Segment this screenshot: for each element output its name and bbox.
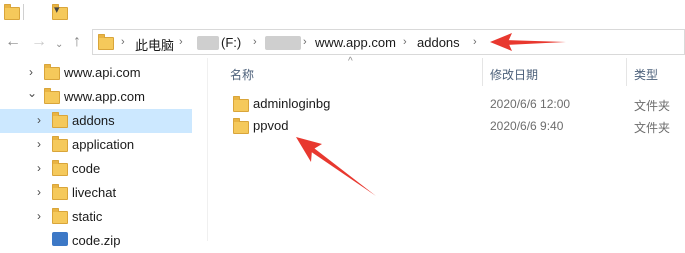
folder-icon — [233, 118, 249, 134]
nav-item-www-api-com[interactable]: › www.api.com — [0, 61, 200, 85]
nav-item-label: code — [72, 161, 101, 176]
breadcrumb-separator[interactable]: › — [253, 36, 257, 48]
recent-locations-chevron-icon[interactable]: ⌄ — [55, 37, 63, 53]
nav-item-livechat[interactable]: › livechat — [0, 181, 200, 205]
pane-splitter[interactable] — [207, 58, 208, 241]
collapse-chevron-icon[interactable]: ⌄ — [27, 86, 37, 100]
column-divider[interactable] — [626, 58, 627, 86]
back-button[interactable]: ← — [5, 34, 21, 50]
location-folder-icon — [98, 34, 114, 50]
redacted-folder-name — [265, 36, 301, 50]
file-name: adminloginbg — [253, 96, 331, 111]
breadcrumb-separator[interactable]: › — [403, 36, 407, 48]
folder-icon — [4, 4, 20, 20]
expand-chevron-icon[interactable]: › — [37, 209, 41, 223]
nav-item-label: static — [72, 209, 103, 224]
expand-chevron-icon[interactable]: › — [37, 185, 41, 199]
folder-icon — [52, 136, 68, 152]
up-button[interactable]: ↑ — [73, 34, 81, 50]
folder-icon — [52, 208, 68, 224]
folder-icon — [233, 96, 249, 112]
breadcrumb-separator[interactable]: › — [179, 36, 183, 48]
file-name: ppvod — [253, 118, 289, 133]
navigation-pane: › www.api.com ⌄ www.app.com › addons › a… — [0, 58, 200, 248]
nav-item-addons[interactable]: › addons — [0, 109, 192, 133]
column-header-type[interactable]: 类型 — [634, 66, 658, 83]
quick-access-dropdown-icon[interactable]: ▾ — [54, 3, 60, 16]
column-header-modified[interactable]: 修改日期 — [490, 66, 538, 83]
folder-icon — [52, 160, 68, 176]
forward-button[interactable]: → — [31, 34, 47, 50]
sort-ascending-icon: ^ — [348, 56, 353, 67]
file-type: 文件夹 — [634, 121, 671, 135]
zip-archive-icon — [52, 232, 68, 246]
column-header-name[interactable]: 名称 — [230, 66, 254, 83]
address-dropdown-icon[interactable]: › — [473, 36, 477, 48]
breadcrumb-separator[interactable]: › — [121, 36, 125, 48]
file-row-adminloginbg[interactable]: adminloginbg 2020/6/6 12:00 文件夹 — [226, 93, 685, 115]
breadcrumb-this-pc[interactable]: 此电脑 — [135, 35, 174, 54]
divider — [23, 4, 24, 20]
folder-icon — [44, 64, 60, 80]
redacted-drive-name — [197, 36, 219, 50]
title-bar: ▾ — [0, 0, 685, 26]
breadcrumb-www-app-com[interactable]: www.app.com — [315, 35, 396, 50]
column-divider[interactable] — [482, 58, 483, 86]
address-row: ← → ⌄ ↑ › 此电脑 › (F:) › › www.app.com › a… — [0, 28, 685, 58]
file-row-ppvod[interactable]: ppvod 2020/6/6 9:40 文件夹 — [226, 115, 685, 137]
folder-icon — [44, 88, 60, 104]
nav-item-label: www.api.com — [64, 65, 141, 80]
expand-chevron-icon[interactable]: › — [37, 113, 41, 127]
file-type: 文件夹 — [634, 99, 671, 113]
breadcrumb-separator[interactable]: › — [303, 36, 307, 48]
nav-item-code-zip[interactable]: code.zip — [0, 229, 200, 253]
breadcrumb-addons[interactable]: addons — [417, 35, 460, 50]
nav-item-application[interactable]: › application — [0, 133, 200, 157]
nav-item-static[interactable]: › static — [0, 205, 200, 229]
expand-chevron-icon[interactable]: › — [37, 137, 41, 151]
nav-item-label: www.app.com — [64, 89, 145, 104]
expand-chevron-icon[interactable]: › — [29, 65, 33, 79]
file-modified: 2020/6/6 12:00 — [490, 97, 571, 111]
expand-chevron-icon[interactable]: › — [37, 161, 41, 175]
nav-item-label: livechat — [72, 185, 117, 200]
breadcrumb-drive[interactable]: (F:) — [221, 35, 241, 50]
nav-item-label: application — [72, 137, 135, 152]
folder-icon — [52, 184, 68, 200]
nav-item-www-app-com[interactable]: ⌄ www.app.com — [0, 85, 200, 109]
nav-item-code[interactable]: › code — [0, 157, 200, 181]
nav-item-label: addons — [72, 113, 115, 128]
annotation-arrow-ppvod — [296, 137, 376, 196]
address-bar[interactable]: › 此电脑 › (F:) › › www.app.com › addons › — [92, 29, 685, 55]
file-modified: 2020/6/6 9:40 — [490, 119, 564, 133]
folder-icon — [52, 112, 68, 128]
